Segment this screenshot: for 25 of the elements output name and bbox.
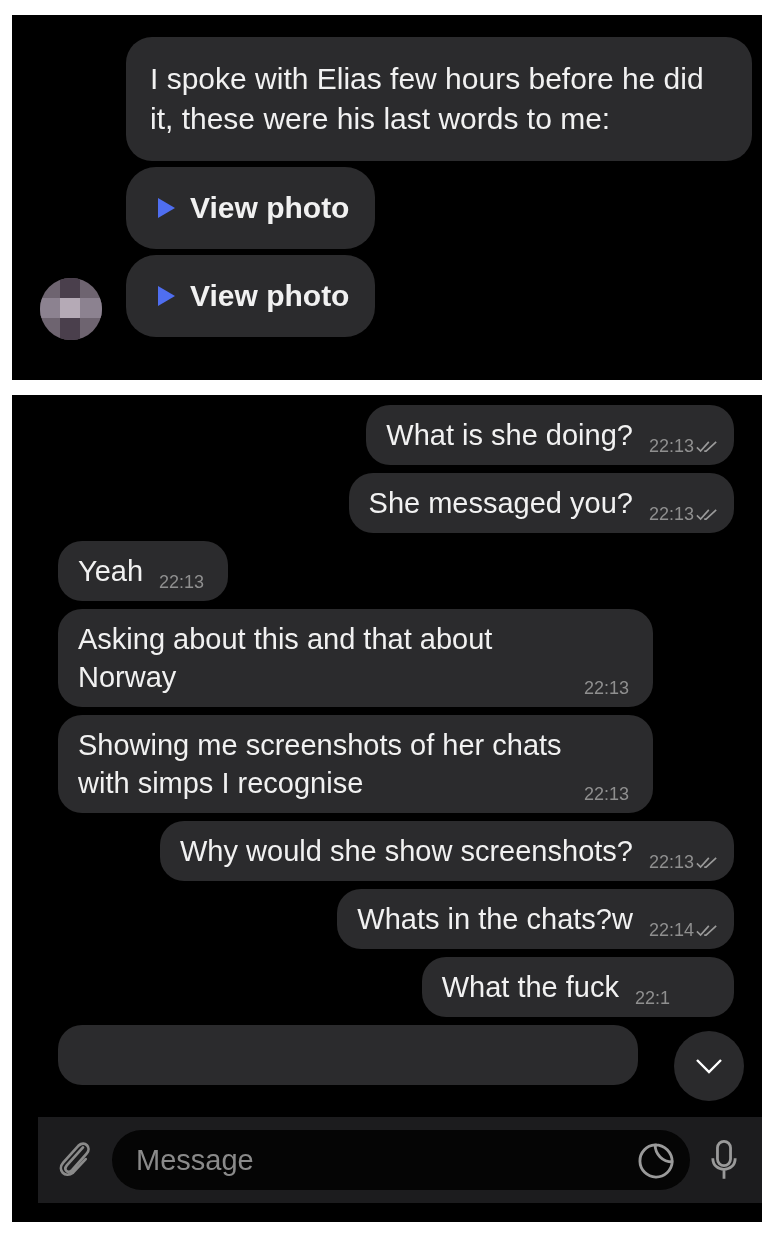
message-time: 22:13 [648,503,694,525]
message-time: 22:1 [634,987,670,1009]
sticker-icon[interactable] [638,1141,676,1179]
message-text: Yeah [78,554,144,589]
message-text: Asking about this and that about Norway [78,622,494,695]
message-input-field[interactable]: Message [112,1130,690,1190]
message-text: Showing me screenshots of her chats with simps I recognise [78,728,563,801]
message-time: 22:14 [648,919,694,941]
play-icon [156,197,176,219]
chevron-down-icon [694,1057,724,1075]
message-text: What is she doing? [386,418,633,453]
message-text: Why would she show screenshots? [180,834,633,869]
play-icon [156,285,176,307]
view-photo-button[interactable]: View photo [126,167,376,249]
message-time: 22:13 [648,851,694,873]
message-text: Whats in the chats?w [357,902,633,937]
message-text: She messaged you? [368,486,633,521]
message-bubble: I spoke with Elias few hours before he did it, these were his last words to me: [126,37,752,161]
message-time: 22:13 [584,677,630,699]
message-time: 22:13 [648,435,694,457]
message-time: 22:13 [584,783,630,805]
message-text: What the fuck [441,970,619,1005]
view-photo-button[interactable]: View photo [126,255,376,337]
message-time: 22:13 [159,571,205,593]
microphone-icon[interactable] [710,1139,738,1181]
